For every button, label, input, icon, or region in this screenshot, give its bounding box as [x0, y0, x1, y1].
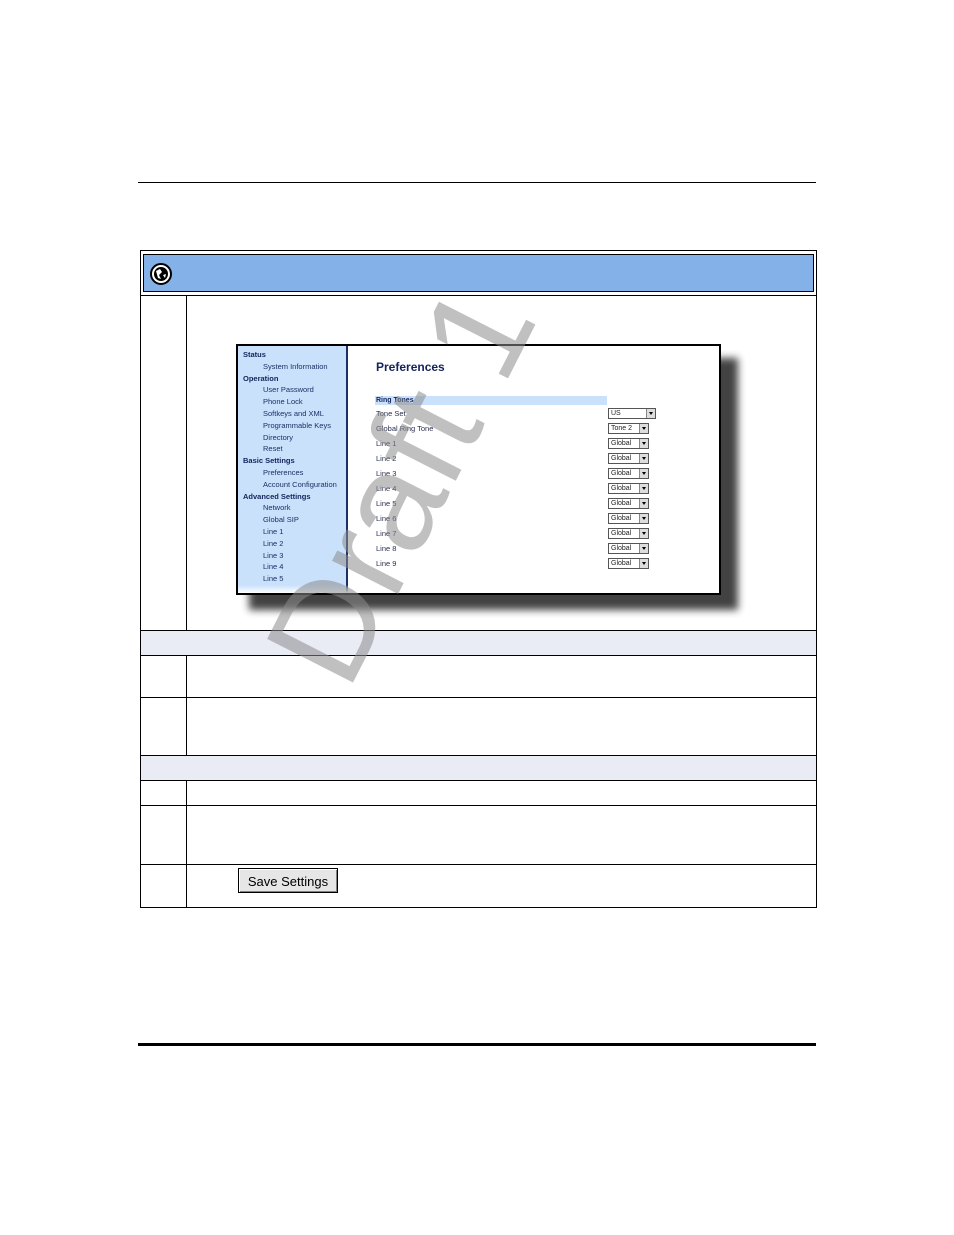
setting-label: Line 8 — [376, 544, 397, 553]
nav-section-heading: Advanced Settings — [243, 491, 311, 501]
setting-label: Global Ring Tone — [376, 424, 434, 433]
chevron-down-icon — [639, 424, 648, 433]
setting-dropdown[interactable]: Global — [608, 453, 649, 464]
setting-label: Line 4 — [376, 484, 397, 493]
chevron-down-icon — [639, 529, 648, 538]
dropdown-value: Tone 2 — [611, 425, 633, 432]
chevron-down-icon — [639, 469, 648, 478]
nav-link[interactable]: Line 3 — [263, 551, 283, 560]
dropdown-value: Global — [611, 500, 632, 507]
nav-link[interactable]: Network — [263, 503, 291, 512]
dropdown-value: Global — [611, 470, 632, 477]
setting-label: Line 9 — [376, 559, 397, 568]
step-row-5 — [140, 806, 817, 865]
nav-link[interactable]: Global SIP — [263, 515, 299, 524]
setting-dropdown[interactable]: US — [608, 408, 656, 419]
section-row — [140, 631, 817, 656]
setting-label: Line 2 — [376, 454, 397, 463]
setting-label: Line 7 — [376, 529, 397, 538]
setting-label: Line 3 — [376, 469, 397, 478]
nav-link[interactable]: Line 2 — [263, 539, 283, 548]
setting-dropdown[interactable]: Global — [608, 543, 649, 554]
setting-dropdown[interactable]: Global — [608, 468, 649, 479]
dropdown-value: Global — [611, 530, 632, 537]
nav-link[interactable]: Line 5 — [263, 574, 283, 583]
table-header — [140, 250, 817, 296]
setting-label: Tone Set — [376, 409, 406, 418]
step-row-2 — [140, 656, 817, 698]
nav-link[interactable]: System Information — [263, 362, 328, 371]
chevron-down-icon — [639, 559, 648, 568]
setting-dropdown[interactable]: Global — [608, 513, 649, 524]
ring-tones-heading: Ring Tones — [376, 397, 414, 404]
setting-label: Line 5 — [376, 499, 397, 508]
chevron-down-icon — [639, 544, 648, 553]
setting-label: Line 6 — [376, 514, 397, 523]
step-row-3 — [140, 698, 817, 756]
dropdown-value: Global — [611, 455, 632, 462]
section-row — [140, 756, 817, 781]
dropdown-value: US — [611, 410, 621, 417]
chevron-down-icon — [639, 484, 648, 493]
nav-link[interactable]: Phone Lock — [263, 397, 303, 406]
dropdown-value: Global — [611, 515, 632, 522]
chevron-down-icon — [639, 514, 648, 523]
header-bar — [143, 254, 814, 292]
setting-dropdown[interactable]: Tone 2 — [608, 423, 649, 434]
dropdown-value: Global — [611, 440, 632, 447]
chevron-down-icon — [639, 439, 648, 448]
preferences-screenshot: Status System Information Operation User Pa… — [236, 344, 721, 595]
setting-label: Line 1 — [376, 439, 397, 448]
dropdown-value: Global — [611, 485, 632, 492]
step-row-4 — [140, 781, 817, 806]
nav-sidebar: Status System Information Operation User Pa… — [238, 346, 348, 593]
nav-link[interactable]: Line 4 — [263, 562, 283, 571]
nav-link[interactable]: Account Configuration — [263, 480, 337, 489]
nav-section-heading: Basic Settings — [243, 456, 295, 466]
nav-fade — [238, 585, 348, 593]
setting-dropdown[interactable]: Global — [608, 438, 649, 449]
nav-link[interactable]: Softkeys and XML — [263, 409, 324, 418]
nav-link[interactable]: User Password — [263, 385, 314, 394]
dropdown-value: Global — [611, 545, 632, 552]
nav-link[interactable]: Line 1 — [263, 527, 283, 536]
save-settings-button[interactable]: Save Settings — [238, 868, 338, 893]
nav-section-heading: Status — [243, 350, 266, 359]
setting-dropdown[interactable]: Global — [608, 558, 649, 569]
nav-link[interactable]: Preferences — [263, 468, 303, 477]
web-ui-globe-icon — [150, 263, 172, 285]
top-rule — [138, 182, 816, 183]
setting-dropdown[interactable]: Global — [608, 498, 649, 509]
setting-dropdown[interactable]: Global — [608, 528, 649, 539]
chevron-down-icon — [639, 454, 648, 463]
page-title: Preferences — [376, 360, 445, 374]
setting-dropdown[interactable]: Global — [608, 483, 649, 494]
nav-link[interactable]: Directory — [263, 433, 293, 442]
dropdown-value: Global — [611, 560, 632, 567]
nav-link[interactable]: Reset — [263, 444, 283, 453]
nav-section-heading: Operation — [243, 373, 279, 383]
bottom-rule — [138, 1043, 816, 1046]
chevron-down-icon — [639, 499, 648, 508]
chevron-down-icon — [646, 409, 655, 418]
nav-link[interactable]: Programmable Keys — [263, 421, 331, 430]
